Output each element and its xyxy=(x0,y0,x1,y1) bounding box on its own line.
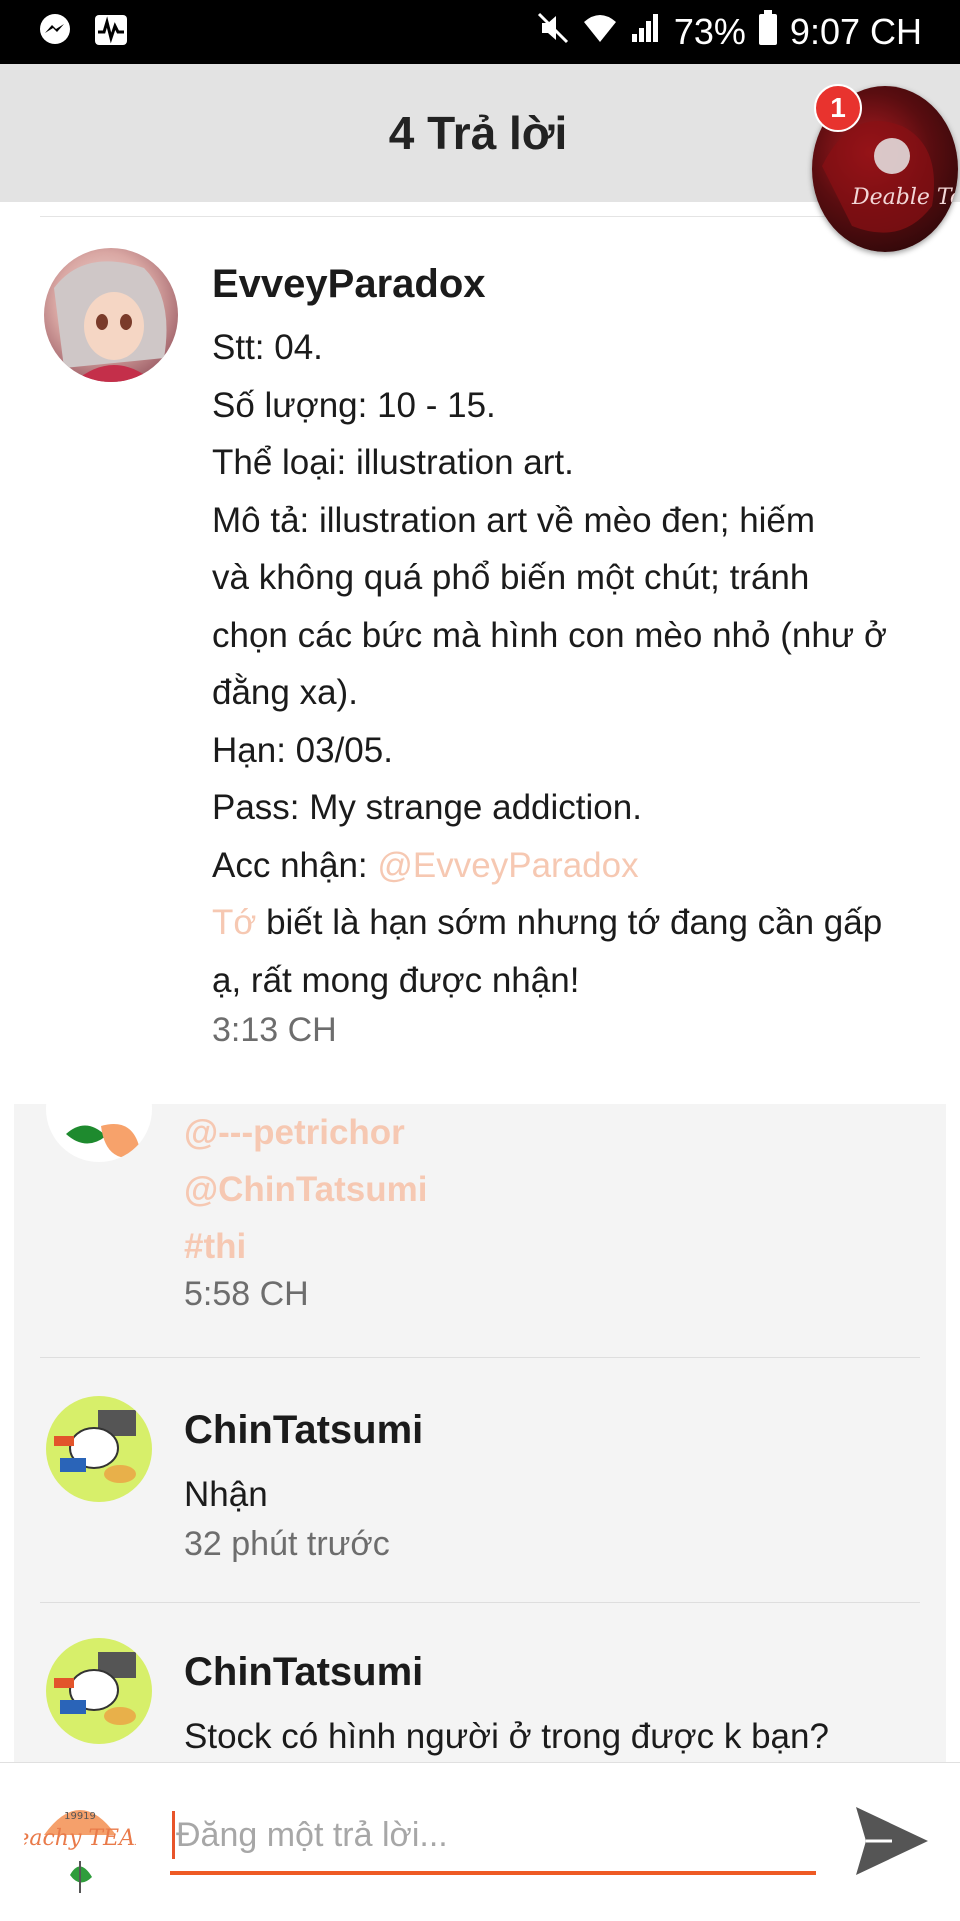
activity-icon xyxy=(94,14,128,51)
logo-year: 19919 xyxy=(64,1811,96,1822)
reply-message: Stock có hình người ở trong được k bạn? xyxy=(184,1717,829,1756)
mention-link[interactable]: @EvveyParadox xyxy=(377,846,638,885)
post-line-acc: Acc nhận: @EvveyParadox xyxy=(212,837,942,895)
avatar[interactable] xyxy=(46,1638,152,1744)
post-line: Stt: 04. xyxy=(212,328,323,367)
reply-author[interactable]: ChinTatsumi xyxy=(184,1650,829,1695)
mention-link[interactable]: Tớ xyxy=(212,903,256,942)
post-line: Số lượng: 10 - 15. xyxy=(212,385,496,425)
battery-percent: 73% xyxy=(673,11,746,52)
divider xyxy=(40,216,920,217)
list-item[interactable]: ChinTatsumi Stock có hình người ở trong … xyxy=(14,1604,946,1764)
notification-badge: 1 xyxy=(814,84,862,132)
reply-input[interactable] xyxy=(170,1805,828,1865)
replies-list[interactable]: @---petrichor @ChinTatsumi #thi 5:58 CH … xyxy=(14,1104,946,1764)
avatar[interactable] xyxy=(44,248,178,382)
logo-text: Peachy TEAM xyxy=(24,1826,136,1851)
reply-composer: 19919 Peachy TEAM xyxy=(0,1762,960,1921)
post-line: Thể loại: illustration art. xyxy=(212,443,574,482)
post-line: Pass: My strange addiction. xyxy=(212,788,642,827)
post-time: 3:13 CH xyxy=(212,1011,337,1049)
mention-link[interactable]: @---petrichor xyxy=(184,1104,427,1161)
input-underline xyxy=(170,1871,816,1875)
post-line: đằng xa). xyxy=(212,673,358,712)
hashtag-link[interactable]: #thi xyxy=(184,1218,427,1275)
post-line: chọn các bức mà hình con mèo nhỏ (như ở xyxy=(212,615,887,655)
reply-time: 32 phút trước xyxy=(184,1525,390,1563)
post-line: Mô tả: illustration art về mèo đen; hiếm xyxy=(212,500,816,540)
avatar: 19919 Peachy TEAM xyxy=(24,1785,136,1897)
battery-icon xyxy=(758,9,778,55)
reply-time: 5:58 CH xyxy=(184,1275,309,1313)
mute-icon xyxy=(536,11,570,54)
list-item[interactable]: @---petrichor @ChinTatsumi #thi 5:58 CH xyxy=(14,1104,946,1358)
acc-label: Acc nhận: xyxy=(212,845,378,885)
reply-message: Nhận xyxy=(184,1475,268,1514)
messenger-icon xyxy=(38,13,72,52)
post-line-note: Tớ biết là hạn sớm nhưng tớ đang cần gấp xyxy=(212,894,942,952)
post-author[interactable]: EvveyParadox xyxy=(212,262,942,307)
avatar[interactable] xyxy=(46,1396,152,1502)
divider xyxy=(40,1602,920,1603)
list-item[interactable]: ChinTatsumi Nhận 32 phút trước xyxy=(14,1358,946,1604)
send-button[interactable] xyxy=(852,1803,932,1879)
mention-link[interactable]: @ChinTatsumi xyxy=(184,1161,427,1218)
avatar[interactable] xyxy=(46,1104,152,1162)
wifi-icon xyxy=(582,12,618,53)
signal-icon xyxy=(630,12,662,53)
page-title: 4 Trả lời xyxy=(388,107,568,159)
post-line: Hạn: 03/05. xyxy=(212,730,393,770)
clock: 9:07 CH xyxy=(789,11,922,52)
post-line: và không quá phổ biến một chút; tránh xyxy=(212,558,810,597)
chat-head-logo: Deable Team xyxy=(851,185,958,210)
chat-head[interactable]: Deable Team 1 xyxy=(812,84,960,254)
post-line: ạ, rất mong được nhận! xyxy=(212,960,580,1000)
reply-author[interactable]: ChinTatsumi xyxy=(184,1408,423,1453)
note-text: biết là hạn sớm nhưng tớ đang cần gấp xyxy=(256,903,883,942)
send-icon xyxy=(852,1807,932,1883)
status-bar: 73% 9:07 CH xyxy=(0,0,960,64)
text-caret xyxy=(172,1811,175,1859)
